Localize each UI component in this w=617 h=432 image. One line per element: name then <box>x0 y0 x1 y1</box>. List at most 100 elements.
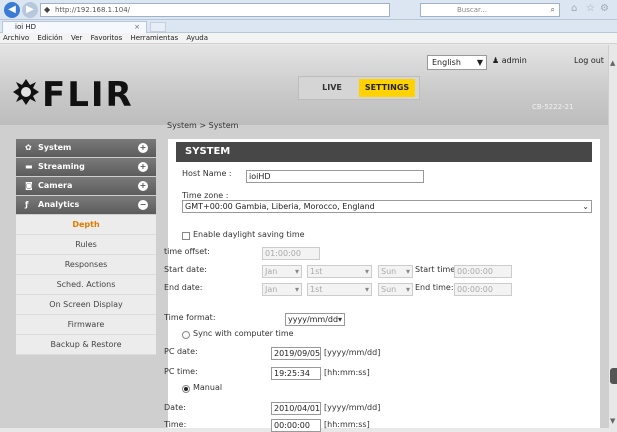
user-name: admin <box>501 56 527 65</box>
gear-icon: ✿ <box>25 143 32 152</box>
timezone-select[interactable]: GMT+00:00 Gambia, Liberia, Morocco, Engl… <box>182 200 592 213</box>
end-day-select[interactable]: 1st ▾ <box>307 283 372 296</box>
host-name-label: Host Name : <box>182 169 232 178</box>
sidebar-item-depth[interactable]: Depth <box>16 215 156 235</box>
sidebar-item-camera[interactable]: ◙ Camera + <box>16 177 156 195</box>
side-panel-handle[interactable] <box>610 368 617 384</box>
menu-item-herramientas[interactable]: Herramientas <box>130 34 178 42</box>
chevron-down-icon: ▾ <box>294 285 299 294</box>
browser-tab-row: ioi HD × <box>0 20 617 33</box>
menu-item-archivo[interactable]: Archivo <box>3 34 29 42</box>
end-month-select[interactable]: Jan ▾ <box>262 283 302 296</box>
sidebar-item-analytics[interactable]: ƒ Analytics − <box>16 196 156 214</box>
sidebar-item-sched-actions[interactable]: Sched. Actions <box>16 275 156 295</box>
start-time-input[interactable]: 00:00:00 <box>454 265 512 278</box>
language-value: English <box>432 58 461 67</box>
pc-date-hint: [yyyy/mm/dd] <box>324 348 381 357</box>
device-id: CB-5222-21 <box>532 103 574 111</box>
start-weekday-select[interactable]: Sun ▾ <box>378 265 413 278</box>
time-format-label: Time format: <box>164 313 216 322</box>
language-select[interactable]: English ▼ <box>427 55 487 70</box>
menu-item-edicion[interactable]: Edición <box>37 34 62 42</box>
sidebar-item-responses[interactable]: Responses <box>16 255 156 275</box>
collapse-icon[interactable]: − <box>138 200 148 210</box>
close-icon[interactable]: × <box>134 22 140 33</box>
sidebar: ✿ System + ▬ Streaming + ◙ Camera + ƒ Analyt… <box>16 139 156 355</box>
tools-gear-icon[interactable]: ⚙ <box>600 3 609 14</box>
favorites-star-icon[interactable]: ☆ <box>586 3 595 14</box>
chevron-down-icon: ▾ <box>337 315 342 324</box>
expand-icon[interactable]: + <box>138 143 148 153</box>
start-month-select[interactable]: Jan ▾ <box>262 265 302 278</box>
timezone-label: Time zone : <box>182 191 229 200</box>
sidebar-item-on-screen-display[interactable]: On Screen Display <box>16 295 156 315</box>
start-month-value: Jan <box>265 267 278 276</box>
sidebar-item-label: Analytics <box>38 200 80 209</box>
browser-tab[interactable]: ioi HD × <box>2 21 147 33</box>
start-day-value: 1st <box>310 267 323 276</box>
start-time-label: Start time: <box>415 265 458 274</box>
sidebar-item-firmware[interactable]: Firmware <box>16 315 156 335</box>
chevron-down-icon: ▾ <box>294 267 299 276</box>
scroll-up-icon[interactable]: ▲ <box>610 59 615 67</box>
dst-label: Enable daylight saving time <box>193 230 305 239</box>
time-format-select[interactable]: yyyy/mm/dd ▾ <box>285 313 345 326</box>
system-panel: SYSTEM Host Name : ioiHD Time zone : GMT… <box>164 139 600 432</box>
end-time-input[interactable]: 00:00:00 <box>454 283 512 296</box>
search-box[interactable]: Buscar... ⌕ <box>420 3 560 17</box>
tab-live[interactable]: LIVE <box>307 79 357 97</box>
end-date-label: End date: <box>164 283 203 292</box>
sidebar-item-rules[interactable]: Rules <box>16 235 156 255</box>
pc-time-input[interactable]: 19:25:34 <box>271 367 321 380</box>
app-header: FLIR English ▼ ♟ admin Log out LIVE SETT… <box>0 45 608 125</box>
monitor-icon: ▬ <box>25 162 33 171</box>
menu-item-favoritos[interactable]: Favoritos <box>91 34 123 42</box>
host-name-input[interactable]: ioiHD <box>246 170 424 183</box>
search-icon[interactable]: ⌕ <box>551 4 555 16</box>
page-icon: ◆ <box>44 5 51 14</box>
home-icon[interactable]: ⌂ <box>571 3 577 14</box>
pc-date-label: PC date: <box>164 347 198 356</box>
sidebar-item-streaming[interactable]: ▬ Streaming + <box>16 158 156 176</box>
menu-item-ayuda[interactable]: Ayuda <box>186 34 208 42</box>
back-arrow-icon[interactable]: ◀ <box>4 2 20 18</box>
tab-title: ioi HD <box>15 23 37 31</box>
dst-checkbox[interactable] <box>182 232 190 240</box>
sidebar-item-system[interactable]: ✿ System + <box>16 139 156 157</box>
time-input[interactable]: 00:00:00 <box>271 419 321 432</box>
sidebar-item-label: Streaming <box>38 162 85 171</box>
date-input[interactable]: 2010/04/01 <box>271 402 321 415</box>
tab-settings[interactable]: SETTINGS <box>359 79 415 97</box>
breadcrumb: System > System <box>167 121 239 130</box>
time-offset-input[interactable]: 01:00:00 <box>262 247 320 260</box>
sidebar-item-backup-restore[interactable]: Backup & Restore <box>16 335 156 355</box>
sync-radio[interactable] <box>182 331 190 339</box>
end-weekday-select[interactable]: Sun ▾ <box>378 283 413 296</box>
chevron-down-icon: ⌄ <box>582 202 589 211</box>
expand-icon[interactable]: + <box>138 162 148 172</box>
sync-label: Sync with computer time <box>193 329 294 338</box>
scroll-down-icon[interactable]: ▼ <box>610 417 615 425</box>
manual-radio[interactable] <box>182 385 190 393</box>
sidebar-item-label: System <box>38 143 72 152</box>
chevron-down-icon: ▾ <box>364 267 369 276</box>
expand-icon[interactable]: + <box>138 181 148 191</box>
time-format-value: yyyy/mm/dd <box>288 315 339 324</box>
user-info: ♟ admin <box>492 56 527 65</box>
logout-link[interactable]: Log out <box>574 56 604 65</box>
menu-item-ver[interactable]: Ver <box>71 34 82 42</box>
pc-time-hint: [hh:mm:ss] <box>324 368 370 377</box>
logo-text: FLIR <box>42 75 134 115</box>
forward-arrow-icon[interactable]: ▶ <box>22 2 38 18</box>
new-tab-button[interactable] <box>150 22 166 32</box>
start-day-select[interactable]: 1st ▾ <box>307 265 372 278</box>
sidebar-item-label: Camera <box>38 181 73 190</box>
analytics-icon: ƒ <box>25 200 29 209</box>
pc-date-input[interactable]: 2019/09/05 <box>271 347 321 360</box>
chevron-down-icon: ▼ <box>476 58 483 67</box>
chevron-down-icon: ▾ <box>405 285 410 294</box>
flir-logo: FLIR <box>12 75 134 115</box>
address-bar[interactable]: ◆ http://192.168.1.104/ <box>40 3 390 17</box>
camera-icon: ◙ <box>25 181 33 190</box>
section-title: SYSTEM <box>176 142 592 162</box>
